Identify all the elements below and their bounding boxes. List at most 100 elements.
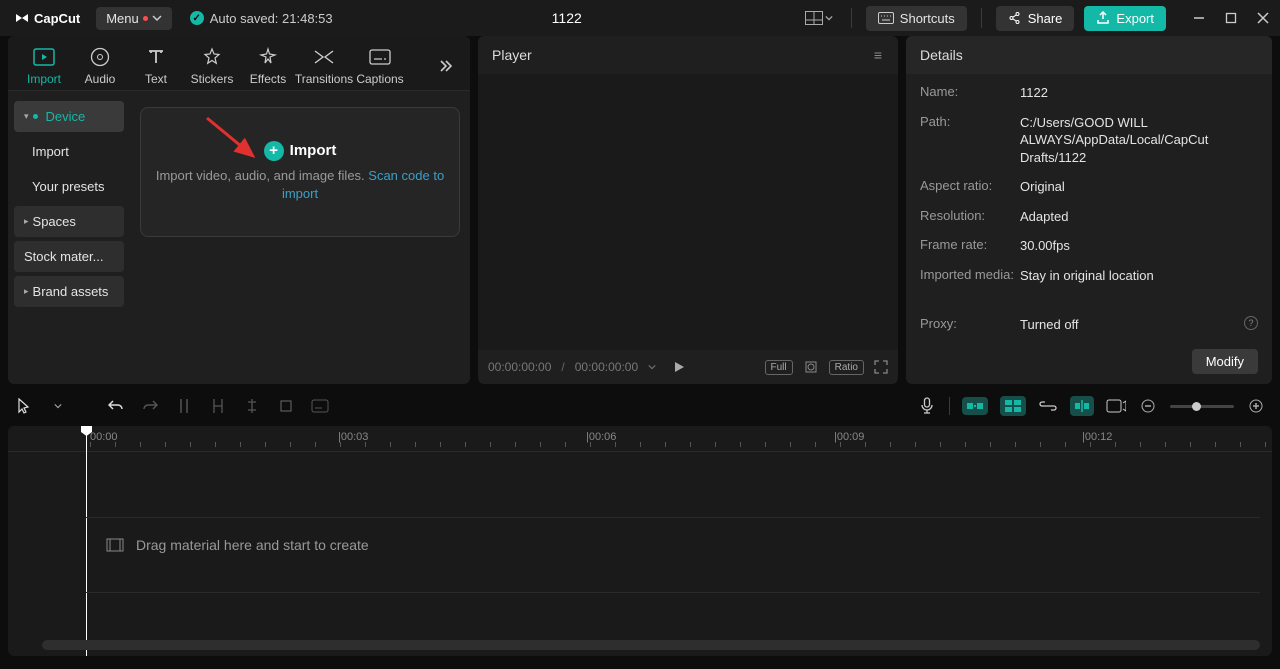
import-description: Import video, audio, and image files. Sc… — [141, 167, 459, 203]
player-panel: Player ≡ 00:00:00:00 / 00:00:00:00 Full … — [478, 36, 898, 384]
minimize-button[interactable] — [1190, 9, 1208, 27]
ruler-label: 00:00 — [90, 431, 118, 443]
app-name: CapCut — [34, 11, 80, 26]
sidebar-item-stock[interactable]: Stock mater... — [14, 241, 124, 272]
zoom-slider[interactable] — [1170, 405, 1234, 408]
drag-hint: Drag material here and start to create — [106, 537, 369, 553]
window-controls — [1190, 9, 1272, 27]
time-dropdown[interactable] — [648, 363, 656, 371]
project-title: 1122 — [333, 10, 801, 26]
ratio-badge[interactable]: Ratio — [829, 360, 864, 375]
tab-text[interactable]: Text — [128, 42, 184, 90]
tab-captions[interactable]: Captions — [352, 42, 408, 90]
film-icon — [106, 538, 124, 552]
menu-label: Menu — [106, 11, 139, 26]
time-total: 00:00:00:00 — [575, 360, 638, 374]
audio-icon — [90, 46, 110, 68]
preview-toggle[interactable] — [1106, 396, 1126, 416]
share-icon — [1008, 11, 1022, 25]
chevron-down-icon — [152, 13, 162, 23]
tabs-overflow[interactable] — [430, 58, 462, 74]
timeline[interactable]: 00:00 |00:03 |00:06 |00:09 |00:12 Drag m… — [8, 426, 1272, 656]
share-label: Share — [1028, 11, 1063, 26]
timeline-ruler[interactable]: 00:00 |00:03 |00:06 |00:09 |00:12 — [8, 426, 1272, 452]
caption-tool[interactable] — [310, 396, 330, 416]
track-divider — [86, 592, 1260, 593]
time-current: 00:00:00:00 — [488, 360, 551, 374]
tab-audio[interactable]: Audio — [72, 42, 128, 90]
pointer-tool[interactable] — [14, 396, 34, 416]
autosave-label: Auto saved: 21:48:53 — [210, 11, 333, 26]
redo-button[interactable] — [140, 396, 160, 416]
tab-stickers[interactable]: Stickers — [184, 42, 240, 90]
modify-button[interactable]: Modify — [1192, 349, 1258, 374]
pointer-dropdown[interactable] — [48, 396, 68, 416]
layout-icon[interactable] — [801, 7, 837, 29]
tab-label: Effects — [250, 72, 286, 86]
details-body: Name:1122 Path:C:/Users/GOOD WILL ALWAYS… — [906, 74, 1272, 339]
zoom-out-button[interactable] — [1138, 396, 1158, 416]
full-badge[interactable]: Full — [765, 360, 793, 375]
tab-transitions[interactable]: Transitions — [296, 42, 352, 90]
ruler-label: |00:12 — [1082, 431, 1112, 443]
undo-button[interactable] — [106, 396, 126, 416]
mic-button[interactable] — [917, 396, 937, 416]
arrow-annotation-icon — [203, 114, 263, 164]
crop-tool[interactable] — [276, 396, 296, 416]
detail-row-path: Path:C:/Users/GOOD WILL ALWAYS/AppData/L… — [920, 114, 1258, 167]
title-right: Shortcuts Share Export — [801, 6, 1272, 31]
sidebar-item-presets[interactable]: Your presets — [14, 171, 124, 202]
help-icon[interactable]: ? — [1244, 316, 1258, 330]
tab-label: Import — [27, 72, 61, 86]
time-separator: / — [561, 360, 564, 374]
import-area: + Import Import video, audio, and image … — [130, 91, 470, 384]
player-menu-icon[interactable]: ≡ — [874, 47, 884, 63]
ruler-label: |00:03 — [338, 431, 368, 443]
check-icon: ✓ — [190, 11, 204, 25]
caret-down-icon: ▾ — [24, 111, 29, 122]
detail-row-aspect: Aspect ratio:Original — [920, 178, 1258, 196]
split-tool[interactable] — [174, 396, 194, 416]
tab-effects[interactable]: Effects — [240, 42, 296, 90]
tab-label: Text — [145, 72, 167, 86]
tab-import[interactable]: Import — [16, 42, 72, 90]
detail-row-framerate: Frame rate:30.00fps — [920, 237, 1258, 255]
separator — [851, 8, 852, 28]
player-controls: 00:00:00:00 / 00:00:00:00 Full Ratio — [478, 350, 898, 384]
magnet-track-toggle[interactable] — [1000, 396, 1026, 416]
export-icon — [1096, 11, 1110, 25]
notification-dot-icon — [143, 16, 148, 21]
crop-icon[interactable] — [803, 359, 819, 375]
trim-right-tool[interactable] — [242, 396, 262, 416]
horizontal-scrollbar[interactable] — [42, 640, 1260, 650]
magnet-main-toggle[interactable] — [962, 397, 988, 415]
trim-left-tool[interactable] — [208, 396, 228, 416]
import-title-row: + Import — [264, 141, 337, 161]
menu-button[interactable]: Menu — [96, 7, 172, 30]
player-viewport[interactable] — [478, 74, 898, 350]
link-toggle[interactable] — [1038, 396, 1058, 416]
share-button[interactable]: Share — [996, 6, 1075, 31]
play-button[interactable] — [672, 360, 686, 374]
maximize-button[interactable] — [1222, 9, 1240, 27]
details-panel: Details Name:1122 Path:C:/Users/GOOD WIL… — [906, 36, 1272, 384]
sidebar-item-import[interactable]: Import — [14, 136, 124, 167]
sidebar-item-brand[interactable]: ▸Brand assets — [14, 276, 124, 307]
media-tabs: Import Audio Text Stickers Effects Trans… — [8, 36, 470, 91]
ruler-label: |00:09 — [834, 431, 864, 443]
zoom-in-button[interactable] — [1246, 396, 1266, 416]
shortcuts-button[interactable]: Shortcuts — [866, 6, 967, 31]
zoom-thumb[interactable] — [1192, 402, 1201, 411]
player-title: Player — [492, 47, 532, 63]
scrollbar-thumb[interactable] — [42, 640, 1260, 650]
export-button[interactable]: Export — [1084, 6, 1166, 31]
sidebar-item-device[interactable]: ▾Device — [14, 101, 124, 132]
sidebar-item-spaces[interactable]: ▸Spaces — [14, 206, 124, 237]
autosave-status: ✓ Auto saved: 21:48:53 — [190, 11, 333, 26]
snap-toggle[interactable] — [1070, 396, 1094, 416]
close-button[interactable] — [1254, 9, 1272, 27]
tab-label: Captions — [356, 72, 403, 86]
fullscreen-icon[interactable] — [874, 360, 888, 374]
track-area[interactable]: Drag material here and start to create — [86, 462, 1260, 628]
import-card[interactable]: + Import Import video, audio, and image … — [140, 107, 460, 237]
